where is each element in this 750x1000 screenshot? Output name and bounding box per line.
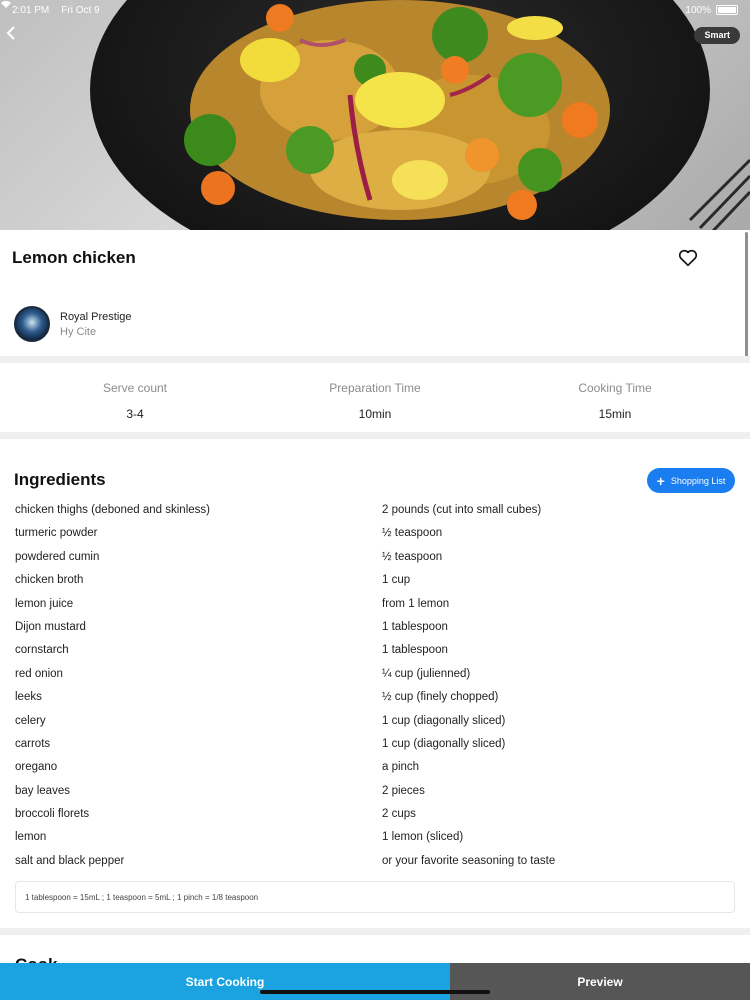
recipe-hero-image: 2:01 PM Fri Oct 9 100% Smart [0,0,750,230]
ingredient-row: chicken broth 1 cup [0,569,750,592]
ingredient-name: Dijon mustard [15,620,86,633]
battery-icon [716,5,738,15]
battery-percent: 100% [685,4,711,16]
ingredient-quantity: or your favorite seasoning to taste [382,854,556,867]
favorite-button[interactable] [677,247,699,269]
status-bar: 2:01 PM Fri Oct 9 100% [0,0,750,20]
ingredient-name: salt and black pepper [15,854,125,867]
ingredient-row: powdered cumin ½ teaspoon [0,546,750,569]
ingredient-name: celery [15,714,46,727]
ingredient-name: carrots [15,737,51,750]
ingredient-quantity: a pinch [382,761,420,774]
stat-label: Serve count [102,381,168,395]
preview-button[interactable]: Preview [450,963,750,1000]
ingredient-name: powdered cumin [15,550,100,563]
ingredient-row: lemon 1 lemon (sliced) [0,826,750,849]
stat-cooking-time: Cooking Time 15min [495,381,735,421]
stat-value: 3-4 [126,407,144,421]
avatar [14,306,50,342]
ingredients-section: Ingredients + Shopping List chicken thig… [0,440,750,928]
ingredient-name: chicken thighs (deboned and skinless) [15,504,210,516]
stat-label: Cooking Time [578,381,652,395]
ingredient-row: carrots 1 cup (diagonally sliced) [0,733,750,756]
ingredient-row: lemon juice from 1 lemon [0,593,750,616]
measurement-note: 1 tablespoon = 15mL ; 1 teaspoon = 5mL ;… [15,881,735,913]
ingredients-title: Ingredients [14,470,106,489]
start-cooking-button[interactable]: Start Cooking [0,963,450,1000]
heart-icon [678,249,698,267]
ingredient-name: lemon [15,831,47,844]
ingredient-quantity: 1 cup [382,574,411,587]
stat-value: 10min [358,407,392,421]
ingredient-name: leeks [15,691,42,704]
recipe-title: Lemon chicken [12,248,136,267]
status-date: Fri Oct 9 [61,4,100,16]
food-photo [90,0,750,230]
ingredient-row: oregano a pinch [0,756,750,779]
ingredient-name: turmeric powder [15,527,98,540]
stat-serve-count: Serve count 3-4 [15,381,255,421]
section-divider [0,356,750,363]
home-indicator[interactable] [260,990,490,994]
ingredient-row: leeks ½ cup (finely chopped) [0,686,750,709]
smart-badge[interactable]: Smart [694,27,740,44]
author-name: Royal Prestige [60,311,132,323]
ingredient-quantity: 2 pieces [382,784,425,797]
scrollbar[interactable] [745,232,748,357]
ingredient-quantity: 2 cups [382,808,416,821]
status-time: 2:01 PM [12,4,50,16]
ingredient-quantity: ½ teaspoon [382,527,443,540]
ingredient-row: bay leaves 2 pieces [0,780,750,803]
ingredient-name: cornstarch [15,644,69,657]
stat-preparation-time: Preparation Time 10min [255,381,495,421]
ingredient-quantity: from 1 lemon [382,597,450,610]
plus-icon: + [656,472,665,489]
ingredient-name: broccoli florets [15,808,90,821]
ingredient-quantity: 2 pounds (cut into small cubes) [382,504,542,516]
ingredient-quantity: 1 cup (diagonally sliced) [382,714,506,727]
section-divider [0,432,750,439]
ingredient-name: bay leaves [15,784,70,797]
recipe-stats: Serve count 3-4 Preparation Time 10min C… [0,364,750,430]
section-divider [0,928,750,935]
ingredient-row: cornstarch 1 tablespoon [0,639,750,662]
ingredient-quantity: 1 lemon (sliced) [382,831,464,844]
ingredient-quantity: ½ cup (finely chopped) [382,691,499,704]
ingredient-row: turmeric powder ½ teaspoon [0,522,750,545]
author-section[interactable]: Royal Prestige Hy Cite [0,298,750,356]
ingredient-row: broccoli florets 2 cups [0,803,750,826]
ingredient-quantity: ½ teaspoon [382,550,443,563]
shopping-list-button[interactable]: + Shopping List [647,468,735,493]
stat-value: 15min [598,407,632,421]
bottom-action-bar: Start Cooking Preview [0,963,750,1000]
chevron-left-icon [6,26,15,40]
ingredient-row: chicken thighs (deboned and skinless) 2 p… [0,499,750,522]
author-subtitle: Hy Cite [60,326,97,338]
ingredient-list: chicken thighs (deboned and skinless) 2 p… [0,499,750,873]
ingredient-quantity: ¼ cup (julienned) [382,667,471,680]
ingredient-row: celery 1 cup (diagonally sliced) [0,710,750,733]
shopping-list-label: Shopping List [670,475,726,486]
recipe-title-row: Lemon chicken [0,230,750,292]
ingredient-row: Dijon mustard 1 tablespoon [0,616,750,639]
stat-label: Preparation Time [329,381,421,395]
ingredient-quantity: 1 cup (diagonally sliced) [382,737,506,750]
ingredient-name: oregano [15,761,58,774]
back-button[interactable] [6,26,26,46]
ingredient-row: red onion ¼ cup (julienned) [0,663,750,686]
ingredient-row: salt and black pepper or your favorite se… [0,850,750,873]
ingredient-quantity: 1 tablespoon [382,620,448,633]
ingredient-name: red onion [15,667,63,680]
ingredient-quantity: 1 tablespoon [382,644,448,657]
ingredient-name: chicken broth [15,574,84,587]
ingredient-name: lemon juice [15,597,74,610]
